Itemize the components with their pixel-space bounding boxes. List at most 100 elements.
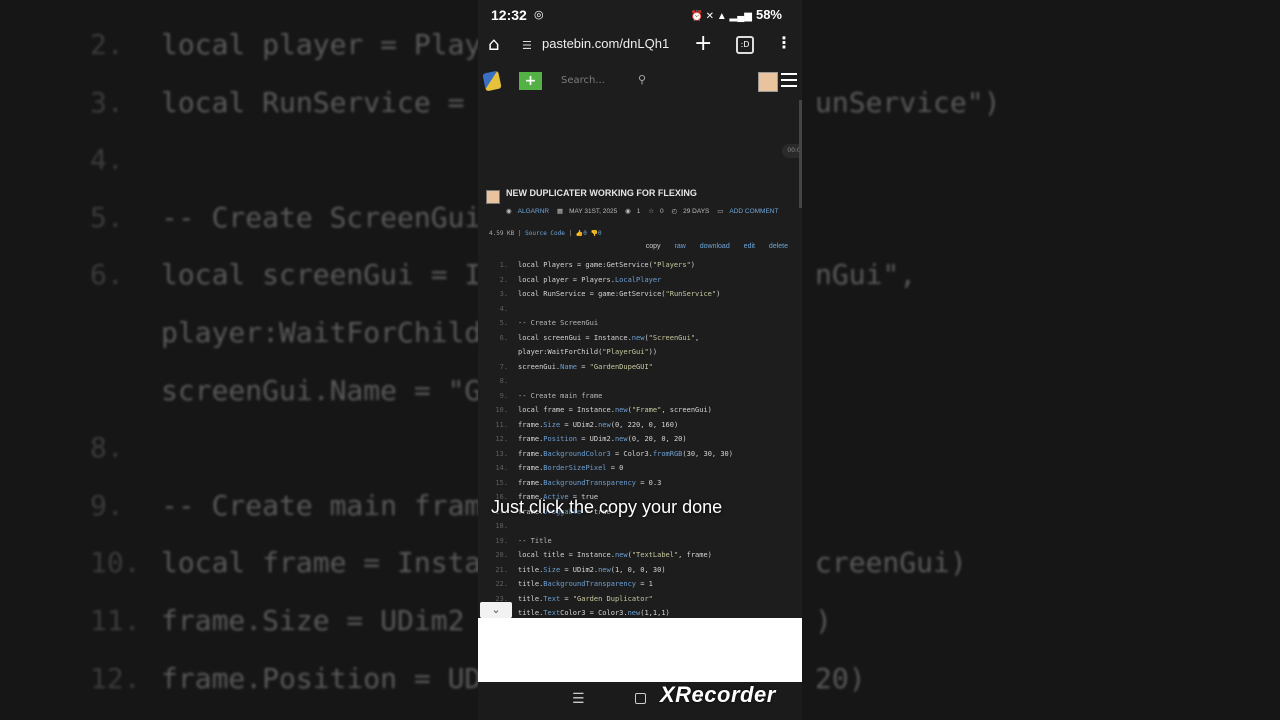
line-number: 13. [495,449,508,458]
download-button[interactable]: download [700,243,730,250]
bg-line-text: local player = Play [161,28,482,61]
hamburger-menu-icon[interactable] [781,73,797,91]
line-text: local screenGui = Instance.new("ScreenGu… [518,333,700,342]
line-number: 8. [499,377,508,385]
line-number: 14. [495,464,508,472]
tab-switcher-button[interactable]: :D [736,36,754,54]
code-line: 19. -- Title [484,534,794,549]
code-line: 4. [484,302,794,317]
copy-button[interactable]: copy [646,243,661,250]
line-number: 9. [499,391,508,400]
calendar-icon: ▦ [556,208,564,215]
line-text: -- Title [518,536,552,545]
bg-line-text: frame.Position = UD [161,661,482,695]
address-bar[interactable]: pastebin.com/dnLQh1 [542,36,669,51]
status-time: 12:32 [491,7,527,23]
code-actions: copy raw download edit delete [634,243,788,250]
line-number: 3. [499,290,508,298]
code-line: 11. frame.Size = UDim2.new(0, 220, 0, 160… [484,418,794,433]
browser-menu-icon[interactable]: ⋮ [776,33,792,52]
code-header: 4.59 KB | Source Code | 👍0 👎0 copy raw d… [482,224,796,260]
line-number: 5. [499,319,508,327]
line-text: -- Create main frame [518,391,603,400]
comment-icon: ▭ [717,208,724,215]
line-number: 7. [499,362,508,371]
line-text: local Players = game:GetService("Players… [518,261,696,269]
raw-button[interactable]: raw [675,243,686,250]
bg-line-number: 11. [90,604,141,637]
pastebin-logo[interactable] [482,70,502,92]
search-input[interactable]: Search... [561,75,605,86]
bg-line-tail: unService") [815,85,1001,119]
eye-icon: ◉ [625,208,631,215]
recent-apps-icon[interactable]: ☰ [572,691,585,707]
line-text: frame.BackgroundColor3 = Color3.fromRGB(… [518,449,733,458]
code-line: 24.title.TextColor3 = Color3.new(1,1,1) [484,606,794,618]
paste-meta: ◉ ALGARNR ▦ MAY 31ST, 2025 ◉ 1 ☆ 0 ◴ 29 DAYS … [506,207,784,215]
line-number: 19. [495,536,508,545]
code-line: 21. title.Size = UDim2.new(1, 0, 0, 30) [484,563,794,578]
bg-line-number: 10. [90,546,141,580]
search-icon[interactable]: ⚲ [638,73,646,86]
site-settings-icon[interactable]: ☰ [522,39,532,52]
edit-button[interactable]: edit [744,243,755,250]
line-number: 15. [495,478,508,487]
bg-line-text: -- Create main fram [161,488,482,522]
code-line: 13. frame.BackgroundColor3 = Color3.fromR… [484,447,794,462]
chevron-down-icon[interactable]: ⌄ [480,602,512,618]
code-line: player:WaitForChild("PlayerGui")) [484,345,794,360]
bg-line-number: 12. [90,661,141,695]
author-link[interactable]: ALGARNR [518,208,549,215]
code-line: 20. local title = Instance.new("TextLabel… [484,548,794,563]
code-line: 12. frame.Position = UDim2.new(0, 20, 0, … [484,432,794,447]
new-tab-icon[interactable]: + [694,31,712,56]
delete-button[interactable]: delete [769,243,788,250]
new-paste-button[interactable]: + [519,72,542,90]
line-text: title.TextColor3 = Color3.new(1,1,1) [518,609,670,617]
line-text: title.Size = UDim2.new(1, 0, 0, 30) [518,565,666,574]
like-count: 0 [583,230,587,237]
home-icon[interactable]: ⌂ [488,34,499,55]
bg-line-tail: creenGui) [815,546,967,580]
line-number: 10. [495,406,508,414]
bg-line-text: screenGui.Name = "G [161,373,482,407]
line-text: title.Text = "Garden Duplicator" [518,594,653,603]
bg-line-number: 6. [90,258,124,292]
bg-line-number: 5. [90,200,124,234]
line-number: 2. [499,275,508,284]
user-icon: ◉ [506,208,512,215]
view-count: 1 [636,208,641,215]
line-text: frame.BackgroundTransparency = 0.3 [518,478,662,487]
code-line: 7. screenGui.Name = "GardenDupeGUI" [484,360,794,375]
recorder-watermark: XRecorder [660,682,776,707]
status-bar: 12:32 ◎ ⏰ ✕ ▲ ▂▄▆ 58% [478,0,802,30]
bg-line-number: 2. [90,28,124,61]
line-text: frame.Size = UDim2.new(0, 220, 0, 160) [518,420,679,429]
bg-line-tail: ) [815,604,832,637]
line-text: title.BackgroundTransparency = 1 [518,580,653,588]
bg-line-tail: 20) [815,661,866,695]
code-line: 14. frame.BorderSizePixel = 0 [484,461,794,476]
code-line: 5. -- Create ScreenGui [484,316,794,331]
battery-level: 58% [755,7,782,22]
thumbs-down-icon[interactable]: 👎 [590,230,597,237]
bottom-ad-banner[interactable] [478,618,802,682]
bg-line-number: 3. [90,85,124,119]
user-avatar[interactable] [758,72,778,92]
home-button-icon[interactable] [635,693,646,704]
line-text: local frame = Instance.new("Frame", scre… [518,406,712,414]
line-number: 4. [499,304,508,313]
language-label: Source Code [525,230,565,237]
author-avatar [486,190,500,204]
phone-screen: 12:32 ◎ ⏰ ✕ ▲ ▂▄▆ 58% ⌂ ☰ pastebin.com/dn… [478,0,802,720]
status-battery: ⏰ ✕ ▲ ▂▄▆ 58% [690,7,782,22]
code-line: 2. local player = Players.LocalPlayer [484,273,794,288]
expiry-icon: ◴ [671,208,678,215]
star-icon[interactable]: ☆ [648,208,654,215]
paste-size: 4.59 KB [489,230,515,237]
line-number: 12. [495,435,508,443]
site-header: + Search... ⚲ [478,66,802,96]
bg-line-number: 8. [90,431,124,465]
browser-toolbar: ⌂ ☰ pastebin.com/dnLQh1 + :D ⋮ [478,30,802,64]
add-comment-link[interactable]: ADD COMMENT [729,208,778,215]
